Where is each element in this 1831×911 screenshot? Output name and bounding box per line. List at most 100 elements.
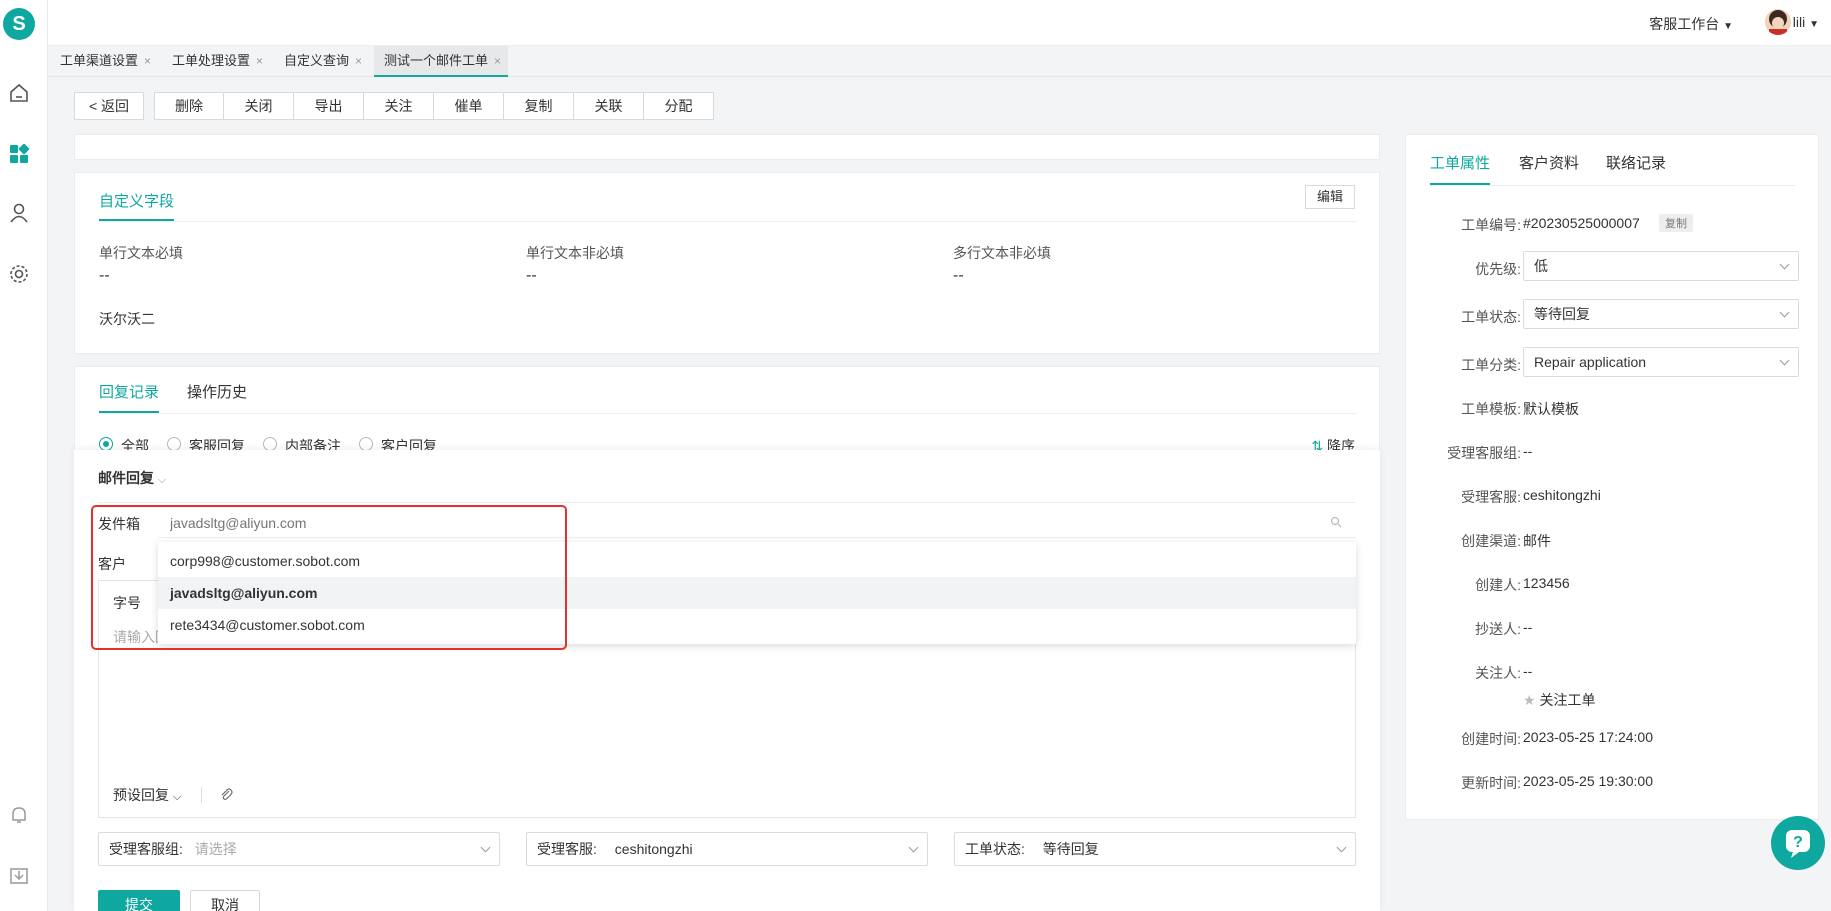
close-icon[interactable]: × <box>256 54 263 68</box>
submit-button[interactable]: 提交 <box>98 890 180 911</box>
field-label: 单行文本非必填 <box>526 245 624 261</box>
assign-agent-label: 受理客服: <box>537 841 597 857</box>
user-menu[interactable]: lili ▼ <box>1793 14 1819 30</box>
assign-agent-value: ceshitongzhi <box>614 841 693 857</box>
workbench-switcher[interactable]: 客服工作台 ▼ <box>1649 14 1733 34</box>
follow-button[interactable]: 关注 <box>364 92 434 120</box>
chevron-down-icon <box>1779 307 1790 318</box>
avatar[interactable] <box>1765 9 1791 35</box>
follower-label: 关注人: <box>1475 665 1521 681</box>
close-icon[interactable]: × <box>355 54 362 68</box>
svg-text:?: ? <box>1793 834 1803 851</box>
divider <box>98 502 1356 503</box>
chevron-down-icon: ⌵ <box>172 791 182 803</box>
reply-mode-label: 邮件回复 <box>98 470 154 486</box>
follower-value: -- <box>1523 663 1533 679</box>
tab-custom-query[interactable]: 自定义查询 × <box>278 46 362 77</box>
gear-icon[interactable] <box>8 263 30 285</box>
delete-button[interactable]: 删除 <box>154 92 224 120</box>
export-button[interactable]: 导出 <box>294 92 364 120</box>
status-select[interactable]: 等待回复 <box>1523 299 1799 329</box>
category-select[interactable]: Repair application <box>1523 347 1799 377</box>
group-value: -- <box>1523 443 1533 459</box>
filter-radio-internal[interactable] <box>263 437 277 451</box>
copy-ticket-no-button[interactable]: 复制 <box>1659 214 1693 232</box>
filter-radio-agent[interactable] <box>167 437 181 451</box>
top-bar: 客服工作台 ▼ lili ▼ <box>48 0 1831 46</box>
channel-value: 邮件 <box>1523 533 1551 549</box>
divider <box>201 787 202 803</box>
action-toolbar: < 返回 删除 关闭 导出 关注 催单 复制 关联 分配 <box>74 92 714 120</box>
creator-value: 123456 <box>1523 575 1570 591</box>
tab-label: 自定义查询 <box>284 53 350 68</box>
preset-reply-button[interactable]: 预设回复 ⌵ <box>113 785 181 805</box>
tab-email-ticket[interactable]: 测试一个邮件工单 × <box>374 46 508 77</box>
custom-fields-tab[interactable]: 自定义字段 <box>99 187 175 221</box>
category-value: Repair application <box>1534 354 1647 370</box>
caret-down-icon: ▼ <box>1723 21 1733 32</box>
filter-radio-customer[interactable] <box>359 437 373 451</box>
dashboard-icon[interactable] <box>8 143 30 165</box>
cancel-button[interactable]: 取消 <box>190 890 260 911</box>
search-icon <box>1330 516 1342 528</box>
priority-select[interactable]: 低 <box>1523 251 1799 281</box>
tab-ticket-properties[interactable]: 工单属性 <box>1430 147 1491 185</box>
chevron-left-icon: < <box>88 98 98 114</box>
username: lili <box>1792 14 1806 30</box>
field-label: 单行文本必填 <box>99 245 183 261</box>
agent-label: 受理客服: <box>1461 489 1521 505</box>
field-value: -- <box>526 267 537 284</box>
close-ticket-button[interactable]: 关闭 <box>224 92 294 120</box>
back-label: 返回 <box>101 98 130 114</box>
follow-ticket-button[interactable]: ★ 关注工单 <box>1523 690 1595 710</box>
created-label: 创建时间: <box>1461 731 1521 747</box>
copy-button[interactable]: 复制 <box>504 92 574 120</box>
link-button[interactable]: 关联 <box>574 92 644 120</box>
attachment-icon[interactable] <box>219 787 233 801</box>
help-button[interactable]: ? <box>1771 816 1825 870</box>
bell-icon[interactable] <box>8 804 30 826</box>
close-icon[interactable]: × <box>494 54 501 68</box>
urge-button[interactable]: 催单 <box>434 92 504 120</box>
ticket-summary-card <box>74 134 1380 160</box>
template-value: 默认模板 <box>1523 401 1579 417</box>
left-sidebar: S <box>0 0 48 911</box>
created-value: 2023-05-25 17:24:00 <box>1523 729 1653 745</box>
ticket-status-select[interactable]: 工单状态: 等待回复 <box>954 832 1356 866</box>
field-value: -- <box>953 267 964 284</box>
back-button[interactable]: < 返回 <box>74 92 144 120</box>
agent-value: ceshitongzhi <box>1523 487 1601 503</box>
assign-button[interactable]: 分配 <box>644 92 714 120</box>
tab-handling-settings[interactable]: 工单处理设置 × <box>166 46 263 77</box>
tab-reply-records[interactable]: 回复记录 <box>99 377 160 413</box>
assign-agent-select[interactable]: 受理客服: ceshitongzhi <box>526 832 928 866</box>
chevron-down-icon <box>1779 259 1790 270</box>
edit-button[interactable]: 编辑 <box>1305 185 1355 209</box>
tab-label: 测试一个邮件工单 <box>384 53 489 68</box>
tab-operation-history[interactable]: 操作历史 <box>187 377 247 413</box>
tab-contact-records[interactable]: 联络记录 <box>1606 147 1666 185</box>
home-icon[interactable] <box>8 82 30 104</box>
divider <box>99 413 1357 414</box>
assign-group-placeholder: 请选择 <box>194 841 237 857</box>
app-logo[interactable]: S <box>3 8 35 40</box>
tab-customer-info[interactable]: 客户资料 <box>1519 147 1579 185</box>
user-icon[interactable] <box>8 202 30 224</box>
chevron-down-icon <box>908 842 919 853</box>
updated-value: 2023-05-25 19:30:00 <box>1523 773 1653 789</box>
close-icon[interactable]: × <box>144 54 151 68</box>
chevron-down-icon <box>1336 842 1347 853</box>
reply-mode-select[interactable]: 邮件回复 ⌵ <box>98 468 166 488</box>
ticket-no-value: #20230525000007 <box>1523 215 1640 231</box>
help-icon: ? <box>1786 830 1810 858</box>
priority-label: 优先级: <box>1475 261 1521 277</box>
download-icon[interactable] <box>8 864 30 886</box>
field-value: -- <box>99 267 110 284</box>
field-extra-value: 沃尔沃二 <box>99 311 155 327</box>
filter-radio-all[interactable] <box>99 437 113 451</box>
custom-fields-card: 自定义字段 编辑 单行文本必填 -- 单行文本非必填 -- 多行文本非必填 --… <box>74 172 1380 354</box>
assign-group-select[interactable]: 受理客服组: 请选择 <box>98 832 500 866</box>
updated-label: 更新时间: <box>1461 775 1521 791</box>
tab-channel-settings[interactable]: 工单渠道设置 × <box>54 46 151 77</box>
highlight-box <box>91 505 567 650</box>
